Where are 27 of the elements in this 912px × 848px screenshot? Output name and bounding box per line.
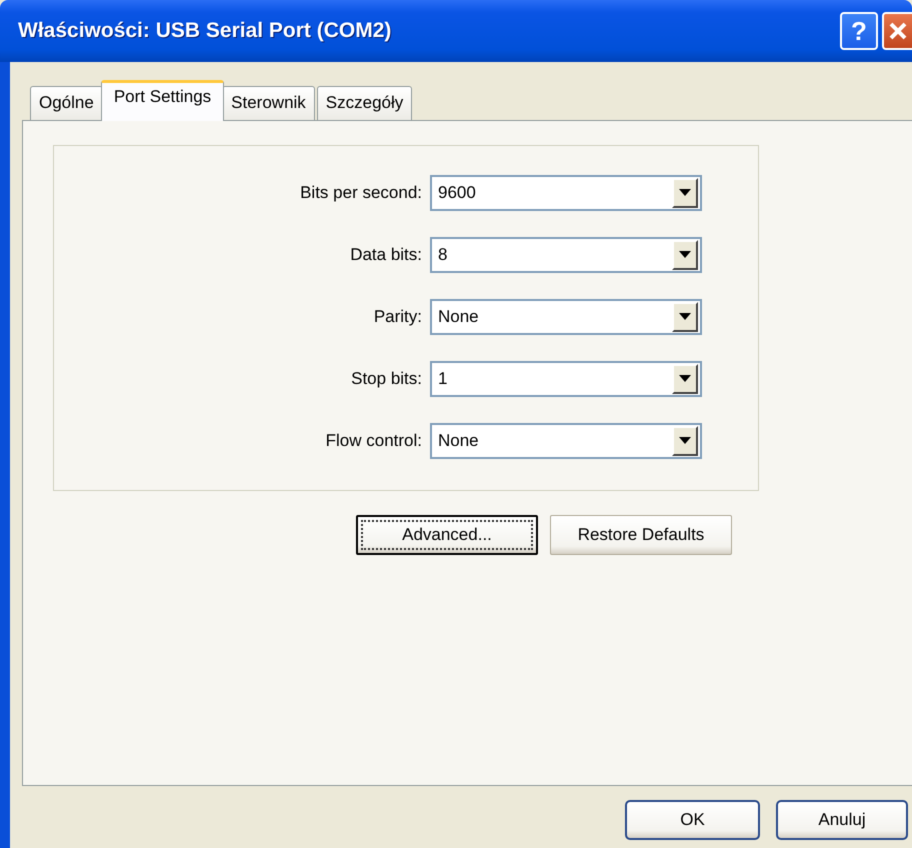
restore-defaults-button[interactable]: Restore Defaults [550, 515, 732, 555]
advanced-button[interactable]: Advanced... [356, 515, 538, 555]
tab[interactable]: Port Settings [100, 80, 224, 121]
dropdown[interactable]: 1 [430, 361, 702, 397]
dropdown[interactable]: None [430, 299, 702, 335]
field-label: Data bits: [349, 245, 422, 265]
window-title: Właściwości: USB Serial Port (COM2) [18, 19, 392, 43]
field-label: Bits per second: [299, 183, 422, 203]
field-label: Flow control: [324, 431, 422, 451]
dropdown[interactable]: 9600 [430, 175, 702, 211]
tab[interactable]: Szczegóły [316, 86, 412, 120]
field-label: Parity: [372, 307, 422, 327]
dropdown-arrow-icon [679, 251, 691, 259]
field-label: Stop bits: [350, 369, 422, 389]
ok-button[interactable]: OK [625, 800, 760, 840]
close-button[interactable] [882, 12, 912, 50]
dropdown-arrow-icon [679, 313, 691, 321]
dropdown-arrow-icon [679, 189, 691, 197]
tab[interactable]: Ogólne [30, 86, 103, 120]
help-button[interactable]: ? [840, 12, 878, 50]
dropdown[interactable]: 8 [430, 237, 702, 273]
cancel-button[interactable]: Anuluj [776, 800, 908, 840]
dropdown-arrow-icon [679, 437, 691, 445]
dropdown-arrow-icon [679, 375, 691, 383]
close-icon [887, 20, 909, 42]
tab[interactable]: Sterownik [222, 86, 315, 120]
dropdown[interactable]: None [430, 423, 702, 459]
